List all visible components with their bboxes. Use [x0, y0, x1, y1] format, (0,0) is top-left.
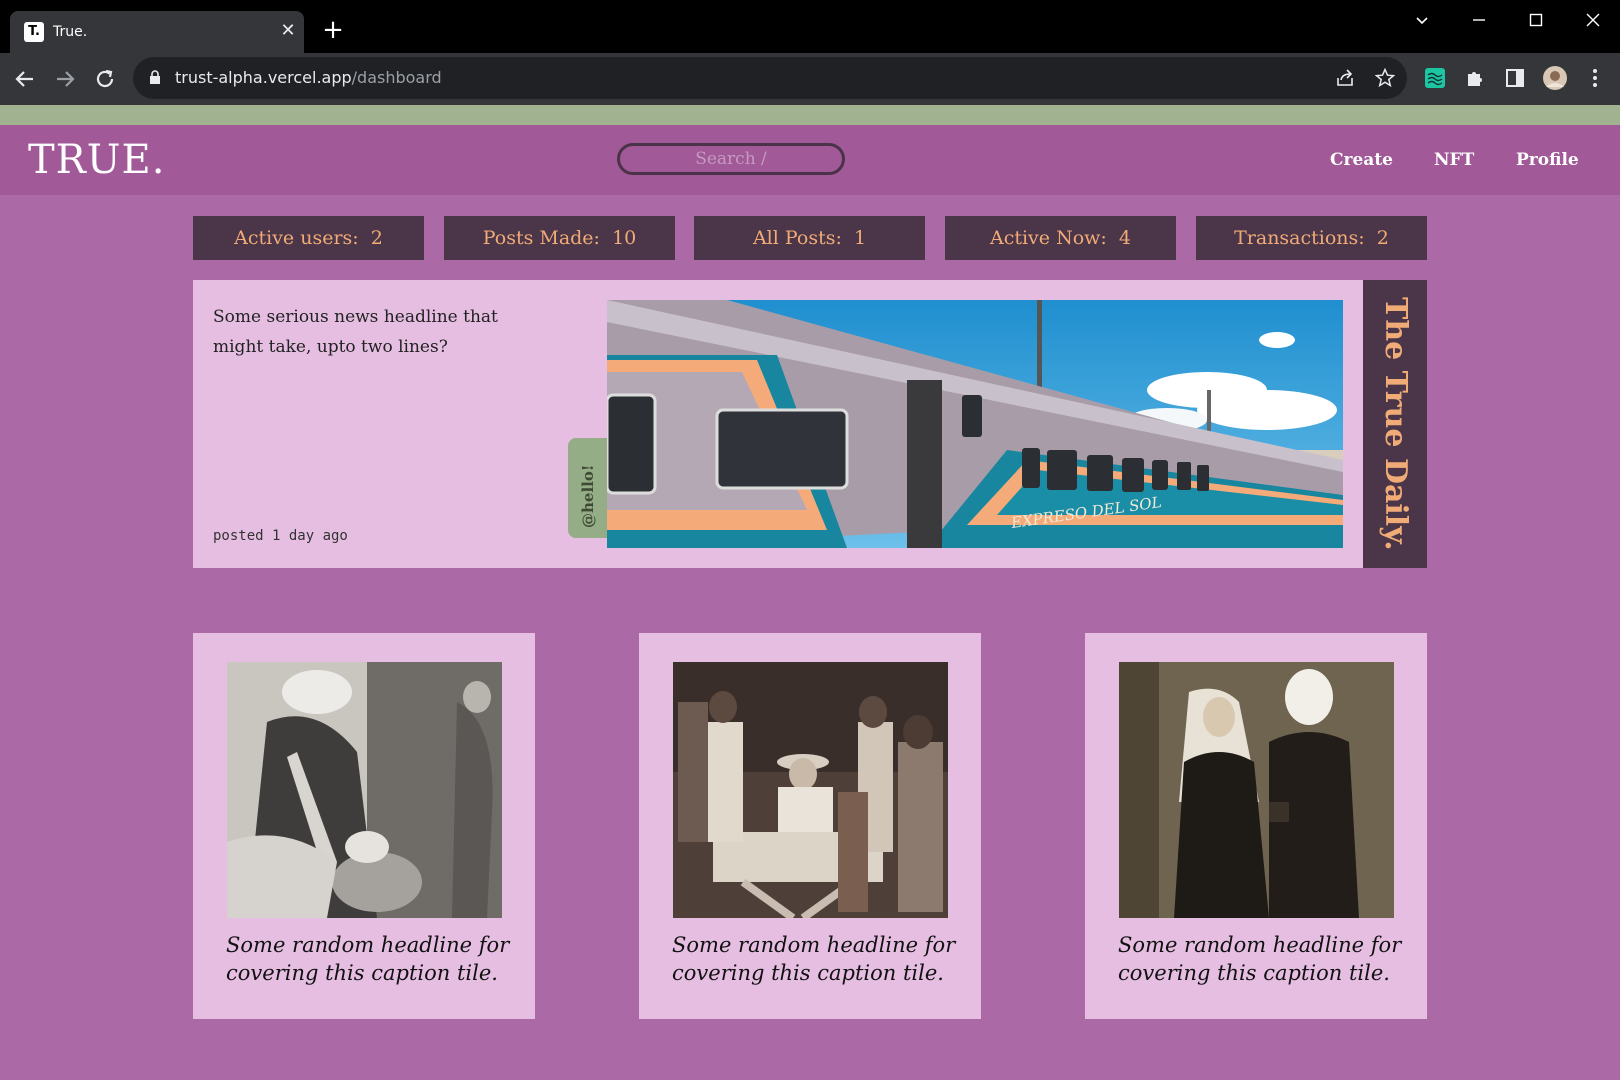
card-caption: Some random headline for covering this c…	[1118, 933, 1402, 985]
stat-label: Active Now:	[989, 227, 1107, 249]
forward-icon[interactable]	[50, 64, 80, 94]
site-logo[interactable]: TRUE.	[28, 137, 165, 183]
url-text: trust-alpha.vercel.app/dashboard	[175, 67, 442, 89]
stat-transactions: Transactions: 2	[1196, 216, 1427, 260]
stat-value: 2	[370, 227, 383, 249]
author-tag-label: @hello!	[579, 464, 597, 528]
author-tag[interactable]: @hello!	[568, 438, 608, 538]
publication-title: The True Daily.	[1378, 297, 1413, 551]
card-image-couple	[1119, 662, 1394, 918]
address-bar[interactable]: trust-alpha.vercel.app/dashboard	[133, 57, 1407, 99]
maximize-icon[interactable]	[1516, 8, 1556, 32]
extensions-puzzle-icon[interactable]	[1461, 64, 1489, 92]
stat-label: Active users:	[234, 227, 359, 249]
featured-posted-time: posted 1 day ago	[213, 528, 348, 544]
tab-search-chevron-icon[interactable]	[1402, 8, 1442, 32]
stat-value: 1	[853, 227, 867, 249]
browser-tab-bar: T. True. ✕ +	[0, 0, 1620, 53]
post-card[interactable]: Some random headline for covering this c…	[639, 633, 981, 1019]
post-card[interactable]: Some random headline for covering this c…	[193, 633, 535, 1019]
top-accent-strip	[0, 105, 1620, 125]
stat-label: All Posts:	[752, 227, 842, 249]
stat-label: Posts Made:	[482, 227, 600, 249]
card-caption: Some random headline for covering this c…	[672, 933, 956, 985]
share-icon[interactable]	[1333, 66, 1357, 90]
card-caption: Some random headline for covering this c…	[226, 933, 510, 985]
profile-avatar-icon[interactable]	[1541, 64, 1569, 92]
site-header: TRUE. Search / Create NFT Profile	[0, 125, 1620, 195]
browser-toolbar: trust-alpha.vercel.app/dashboard	[0, 53, 1620, 105]
featured-post[interactable]: Some serious news headline that might ta…	[193, 280, 1427, 568]
nav-create[interactable]: Create	[1330, 149, 1393, 171]
chrome-menu-icon[interactable]	[1581, 64, 1609, 92]
stat-posts-made: Posts Made: 10	[444, 216, 675, 260]
stat-label: Transactions:	[1234, 227, 1365, 249]
url-path: /dashboard	[351, 68, 442, 87]
star-icon[interactable]	[1373, 66, 1397, 90]
stat-active-now: Active Now: 4	[945, 216, 1176, 260]
url-host: trust-alpha.vercel.app	[175, 68, 352, 87]
minimize-icon[interactable]	[1459, 8, 1499, 32]
card-image-men	[227, 662, 502, 918]
post-card[interactable]: Some random headline for covering this c…	[1085, 633, 1427, 1019]
tab-close-icon[interactable]: ✕	[276, 19, 300, 43]
stat-value: 4	[1118, 227, 1131, 249]
browser-tab[interactable]: T. True. ✕	[10, 11, 304, 53]
publication-banner: The True Daily.	[1363, 280, 1427, 568]
extension-wave-icon[interactable]	[1421, 64, 1449, 92]
stat-value: 10	[612, 227, 637, 249]
stat-all-posts: All Posts: 1	[694, 216, 925, 260]
stat-value: 2	[1376, 227, 1389, 249]
window-close-icon[interactable]	[1573, 8, 1613, 32]
side-panel-icon[interactable]	[1501, 64, 1529, 92]
lock-icon	[150, 70, 160, 84]
nav-nft[interactable]: NFT	[1434, 149, 1474, 171]
stat-active-users: Active users: 2	[193, 216, 424, 260]
featured-headline: Some serious news headline that might ta…	[213, 307, 498, 357]
card-image-group	[673, 662, 948, 918]
reload-icon[interactable]	[90, 64, 120, 94]
new-tab-button[interactable]: +	[320, 17, 346, 43]
back-icon[interactable]	[10, 64, 40, 94]
search-input[interactable]: Search /	[617, 143, 845, 175]
tab-title: True.	[53, 24, 88, 40]
nav-profile[interactable]: Profile	[1516, 149, 1579, 171]
featured-train-image: EXPRESO DEL SOL	[607, 300, 1343, 548]
favicon-icon: T.	[24, 22, 44, 42]
